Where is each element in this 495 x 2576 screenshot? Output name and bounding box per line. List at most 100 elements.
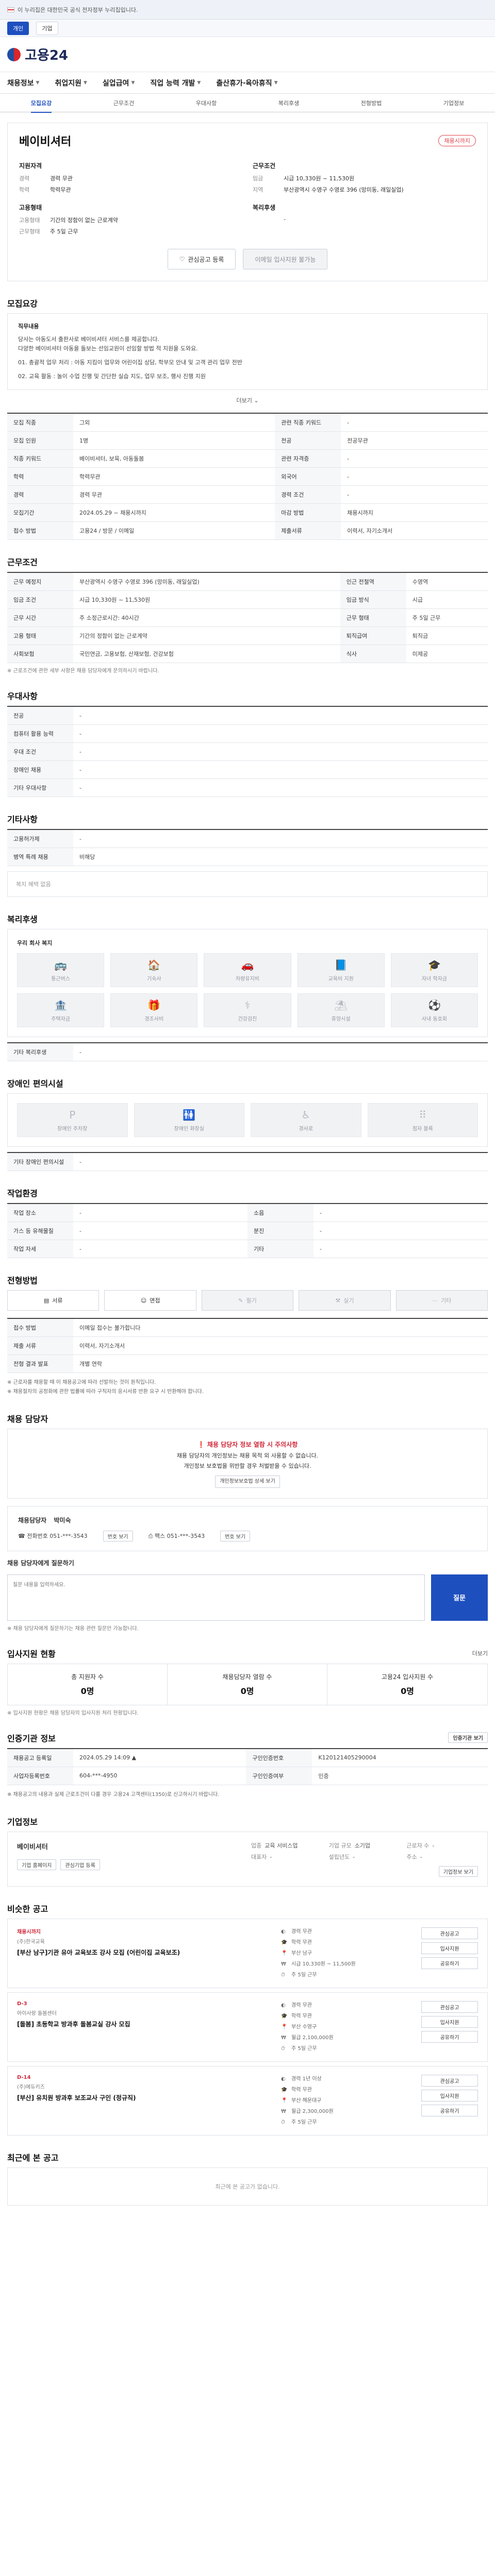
chevron-down-icon: ▼ [36,80,40,86]
similar-job-button[interactable]: 관심공고 [421,2074,478,2087]
tab-personal[interactable]: 개인 [7,21,29,35]
gnb-item[interactable]: 취업지원 ▼ [55,78,87,88]
step-written: ✎ 필기 [201,1290,294,1311]
contact-name: 박미숙 [54,1516,71,1524]
view-phone-button[interactable]: 번호 보기 [103,1530,133,1541]
similar-job-button[interactable]: 공유하기 [421,1957,478,1969]
kv-key: 지역 [253,187,263,193]
table-row: 임금 조건 시급 10,330원 ~ 11,530원 임금 방식 시급 [7,590,488,609]
stat-value: 0명 [240,1686,254,1696]
similar-job-item[interactable]: D-3 아이사랑 돌봄센터 [돌봄] 초등학교 방과후 돌봄교실 강사 모집 ◐ 경력 … [7,1992,488,2062]
job-title-link[interactable]: [부산] 유치원 방과후 보조교사 구인 (정규직) [17,2093,275,2103]
fax-label: 팩스 [154,1533,166,1540]
row-header: 식사 [340,645,406,664]
preference-table: 전공 - 컴퓨터 활용 능력 - 우대 조건 - 장애인 채용 - 기타 우대사항 - [7,706,488,798]
row-value: 학력무관 [73,467,275,486]
disability-label: 장애인 화장실 [174,1126,204,1132]
job-title-link[interactable]: [돌봄] 초등학교 방과후 돌봄교실 강사 모집 [17,2020,275,2029]
row-header: 소음 [248,1204,314,1223]
row-value: - [73,778,488,798]
section-jobinfo-title: 인증기관 정보 [7,1733,56,1743]
similar-job-button[interactable]: 공유하기 [421,2030,478,2043]
welfare-label: 휴양시설 [331,1016,351,1022]
similar-job-button[interactable]: 입사지원 [421,2015,478,2028]
similar-job-button[interactable]: 관심공고 [421,2001,478,2013]
tab-method[interactable]: 전형방법 [361,99,382,107]
similar-job-button[interactable]: 공유하기 [421,2104,478,2116]
section-corp-title: 기업정보 [7,1817,38,1827]
row-value: - [73,1204,248,1223]
row-value: - [314,1204,488,1223]
tab-condition[interactable]: 근무조건 [113,99,134,107]
row-header: 경력 [7,485,73,504]
stat-label: 채용담당자 열람 수 [222,1673,272,1681]
more-button[interactable]: 더보기 ⌄ [7,396,488,404]
job-title-link[interactable]: [부산 남구]기관 유아 교육보조 강사 모집 (어린이집 교육보조) [17,1948,275,1957]
privacy-detail-button[interactable]: 개인정보보호법 상세 보기 [215,1475,280,1488]
corp-key: 업종 [251,1842,262,1849]
kv-value: 시급 10,330원 ~ 11,530원 [284,175,355,182]
view-fax-button[interactable]: 번호 보기 [220,1530,251,1541]
row-value: 미제공 [406,645,488,664]
row-value: 2024.05.29 14:09 ▲ [73,1748,246,1767]
job-info-header: 인증기관 정보 인증기관 보기 [7,1732,488,1748]
question-input[interactable] [7,1574,425,1621]
corp-homepage-button[interactable]: 기업 홈페이지 [17,1859,57,1870]
welfare-label: 사내 동호회 [421,1016,447,1022]
more-icon: ⋯ [432,1297,438,1304]
table-row: 우대 조건 - [7,742,488,761]
meta-value: 부산 해운대구 [291,2097,322,2104]
row-value: - [73,1240,248,1259]
corp-favorite-button[interactable]: 관심기업 등록 [60,1859,100,1870]
row-header: 고용 형태 [7,626,73,646]
table-row: 병역 특례 채용 비해당 [7,848,488,867]
gnb-item[interactable]: 실업급여 ▼ [103,78,135,88]
gnb-item[interactable]: 직업 능력 개발 ▼ [150,78,201,88]
meta-icon: 🎓 [281,1939,288,1945]
corp-field: 대표자 - [251,1853,323,1861]
welfare-icon: 🎁 [147,998,161,1011]
stat-item: 총 지원자 수 0명 [8,1664,168,1705]
apply-stats: 총 지원자 수 0명 채용담당자 열람 수 0명 고용24 입사지원 수 0명 [7,1663,488,1705]
table-row: 사회보험 국민연금, 고용보험, 산재보험, 건강보험 식사 미제공 [7,645,488,664]
similar-job-button[interactable]: 관심공고 [421,1927,478,1939]
similar-job-button[interactable]: 입사지원 [421,1942,478,1954]
desc-title: 직무내용 [18,323,39,330]
corp-value: 교육 서비스업 [265,1842,298,1849]
similar-job-item[interactable]: D-14 (주)에듀키즈 [부산] 유치원 방과후 보조교사 구인 (정규직) ◐ 경력… [7,2065,488,2136]
tab-company-info[interactable]: 기업정보 [443,99,464,107]
meta-icon: 📍 [281,2024,288,2030]
cert-view-button[interactable]: 인증기관 보기 [448,1732,488,1743]
similar-job-button[interactable]: 입사지원 [421,2089,478,2102]
stat-value: 0명 [401,1686,414,1696]
gnb-item[interactable]: 출산휴가·육아휴직 ▼ [216,78,277,88]
method-bullets: ※ 근로자를 채용할 때 이 채용공고에 따라 선발하는 것이 원칙입니다. ※… [7,1378,488,1397]
email-apply-button[interactable]: 이메일 입사지원 불가능 [243,249,328,269]
apply-more-link[interactable]: 더보기 [472,1649,488,1657]
chevron-down-icon: ▼ [83,80,87,86]
disability-box: P 장애인 주차장 🚻 장애인 화장실 ♿ 경사로 ⠿ 점자 블록 [7,1093,488,1147]
meta-icon: 📍 [281,1950,288,1956]
corp-info-button[interactable]: 기업정보 보기 [438,1866,478,1877]
site-logo[interactable]: 고용24 [7,45,68,64]
tab-company[interactable]: 기업 [36,21,58,35]
tab-preference[interactable]: 우대사항 [196,99,217,107]
welfare-tile: 🎁 경조사비 [110,993,198,1028]
stat-label: 고용24 입사지원 수 [381,1673,434,1681]
gnb-item[interactable]: 채용정보 ▼ [7,78,39,88]
kv-value: 부산광역시 수영구 수영로 396 (망미동, 래일실업) [284,187,404,193]
tab-recruit[interactable]: 모집요강 [30,99,52,113]
row-value: 기간의 정함이 없는 근로계약 [73,626,340,646]
send-question-button[interactable]: 질문 [431,1574,488,1621]
meta-icon: 🎓 [281,2087,288,2093]
table-row: 가스 등 유해물질 - 분진 - [7,1222,488,1241]
similar-job-item[interactable]: 채용시까지 (주)한국교육 [부산 남구]기관 유아 교육보조 강사 모집 (어린이… [7,1918,488,1988]
save-job-button[interactable]: ♡ 관심공고 등록 [167,249,236,269]
stat-item: 고용24 입사지원 수 0명 [327,1664,487,1705]
welfare-label: 자녀 학자금 [421,976,447,982]
row-header: 근무 시간 [7,608,73,628]
step-label: 기타 [441,1297,452,1304]
tab-welfare[interactable]: 복리후생 [278,99,299,107]
kv-key: 경력 [19,175,30,182]
job-info-table: 채용공고 등록일 2024.05.29 14:09 ▲ 구인인증번호 K1201214… [7,1748,488,1785]
